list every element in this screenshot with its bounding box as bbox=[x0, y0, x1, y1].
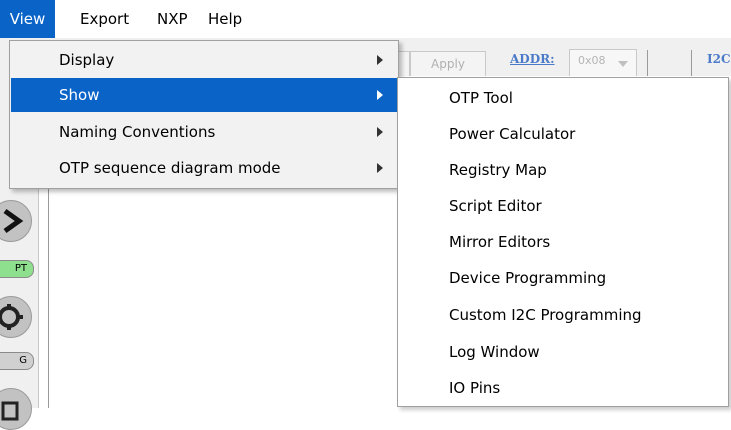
toolbar-divider bbox=[647, 50, 648, 76]
submenu-item-registry-map[interactable]: Registry Map bbox=[398, 152, 728, 188]
gear-icon bbox=[0, 304, 23, 330]
status-badge-pt: PT bbox=[0, 260, 34, 278]
chevron-right-icon bbox=[377, 127, 383, 137]
play-arrow-icon bbox=[3, 208, 24, 234]
chevron-right-icon bbox=[377, 163, 383, 173]
menu-bar: View Export NXP Help bbox=[0, 0, 731, 38]
submenu-item-mirror-editors[interactable]: Mirror Editors bbox=[398, 224, 728, 260]
chevron-right-icon bbox=[377, 55, 383, 65]
addr-label: ADDR: bbox=[510, 52, 555, 66]
submenu-item-label: Registry Map bbox=[449, 161, 547, 179]
submenu-item-label: Device Programming bbox=[449, 269, 607, 287]
menu-item-naming-conventions[interactable]: Naming Conventions bbox=[11, 115, 397, 149]
chevron-right-icon bbox=[377, 90, 383, 100]
chevron-down-icon bbox=[618, 61, 628, 67]
submenu-item-label: OTP Tool bbox=[449, 89, 513, 107]
menu-export[interactable]: Export bbox=[80, 0, 129, 38]
tool-button-partial[interactable] bbox=[0, 388, 32, 430]
show-submenu: OTP Tool Power Calculator Registry Map S… bbox=[397, 77, 729, 407]
submenu-item-label: Log Window bbox=[449, 343, 540, 361]
toolbar-divider bbox=[691, 50, 692, 76]
submenu-item-label: Script Editor bbox=[449, 197, 542, 215]
submenu-item-log-window[interactable]: Log Window bbox=[398, 334, 728, 370]
submenu-item-power-calculator[interactable]: Power Calculator bbox=[398, 116, 728, 152]
menu-item-display[interactable]: Display bbox=[11, 43, 397, 77]
menu-item-label: Naming Conventions bbox=[59, 123, 216, 141]
addr-select[interactable]: 0x08 bbox=[569, 49, 637, 77]
menu-item-show[interactable]: Show bbox=[11, 78, 397, 112]
submenu-item-label: IO Pins bbox=[449, 379, 501, 397]
menu-item-label: Display bbox=[59, 51, 115, 69]
submenu-item-label: Mirror Editors bbox=[449, 233, 551, 251]
submenu-item-script-editor[interactable]: Script Editor bbox=[398, 188, 728, 224]
submenu-item-label: Custom I2C Programming bbox=[449, 306, 642, 324]
addr-value: 0x08 bbox=[578, 54, 606, 67]
submenu-item-custom-i2c-programming[interactable]: Custom I2C Programming bbox=[398, 297, 728, 333]
submenu-item-otp-tool[interactable]: OTP Tool bbox=[398, 80, 728, 116]
status-badge-g: G bbox=[0, 352, 34, 370]
settings-tool-button[interactable] bbox=[0, 296, 32, 338]
apply-button[interactable]: Apply bbox=[410, 51, 486, 77]
menu-item-label: OTP sequence diagram mode bbox=[59, 159, 281, 177]
i2c-label: I2C C bbox=[707, 52, 731, 66]
submenu-item-label: Power Calculator bbox=[449, 125, 576, 143]
menu-help[interactable]: Help bbox=[208, 0, 242, 38]
submenu-item-device-programming[interactable]: Device Programming bbox=[398, 260, 728, 296]
menu-item-otp-sequence-diagram-mode[interactable]: OTP sequence diagram mode bbox=[11, 151, 397, 185]
menu-view[interactable]: View bbox=[0, 0, 55, 38]
menu-nxp[interactable]: NXP bbox=[157, 0, 188, 38]
tool-icon bbox=[1, 401, 19, 421]
view-menu: Display Show Naming Conventions OTP sequ… bbox=[9, 40, 399, 189]
menu-item-label: Show bbox=[59, 86, 100, 104]
script-tool-button[interactable] bbox=[0, 200, 32, 242]
submenu-item-io-pins[interactable]: IO Pins bbox=[398, 370, 728, 406]
